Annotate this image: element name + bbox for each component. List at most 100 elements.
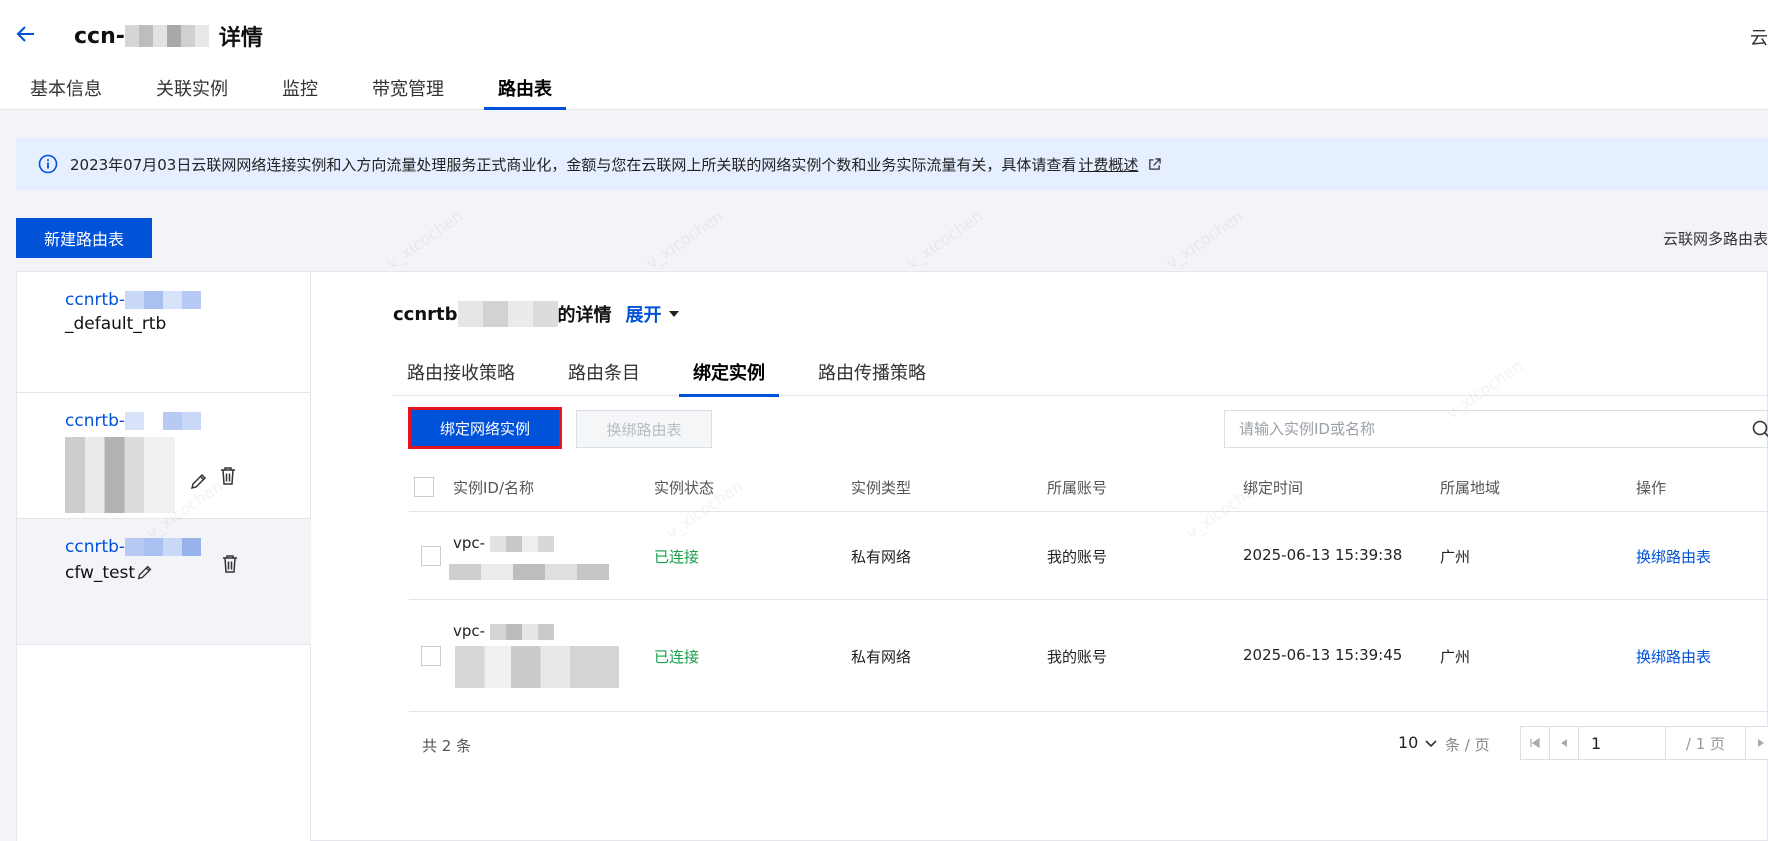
detail-title-suffix: 的详情: [557, 305, 612, 326]
redacted-ccn-id: [124, 25, 211, 47]
tab-basic-info[interactable]: 基本信息: [16, 72, 116, 110]
chevron-down-icon: [1425, 739, 1437, 747]
route-table-name: _default_rtb: [65, 314, 167, 334]
edit-icon[interactable]: [188, 471, 210, 493]
table-row: vpc- 已连接 私有网络 我的账号 2025-06-13 15:39:38 广…: [409, 512, 1768, 600]
table-header: 实例ID/名称 实例状态 实例类型 所属账号 绑定时间 所属地域 操作: [409, 462, 1768, 512]
first-page-button[interactable]: [1520, 726, 1550, 760]
page-size-value: 10: [1398, 733, 1419, 752]
tab-monitoring[interactable]: 监控: [268, 72, 332, 110]
row-checkbox[interactable]: [421, 646, 441, 666]
route-table-id[interactable]: ccnrtb-: [65, 290, 202, 310]
redacted-name: [65, 437, 175, 513]
tab-bandwidth[interactable]: 带宽管理: [358, 72, 458, 110]
delete-icon[interactable]: [217, 465, 239, 487]
redacted-instance-name: [455, 646, 619, 688]
tab-route-receive-policy[interactable]: 路由接收策略: [393, 356, 529, 396]
tab-bound-instances[interactable]: 绑定实例: [679, 356, 779, 397]
instance-account: 我的账号: [1047, 548, 1108, 566]
route-table-id-prefix: ccnrtb-: [65, 411, 126, 431]
route-table-name-text: cfw_test: [65, 563, 136, 583]
route-table-id[interactable]: ccnrtb-: [65, 537, 202, 557]
detail-title: ccnrtb 的详情 展开: [393, 300, 680, 328]
new-route-table-button[interactable]: 新建路由表: [16, 218, 152, 258]
first-page-icon: [1530, 737, 1540, 749]
watermark: v_xicochen: [1162, 206, 1247, 273]
redacted-id: [125, 412, 202, 430]
search-box: [1224, 410, 1768, 448]
instance-id-prefix: vpc-: [453, 622, 486, 640]
watermark: v_xicochen: [642, 206, 727, 273]
instance-region: 广州: [1440, 548, 1471, 566]
rebind-route-table-button[interactable]: 换绑路由表: [576, 410, 712, 448]
column-header: 所属地域: [1440, 479, 1501, 497]
instance-type: 私有网络: [851, 648, 912, 666]
instance-id[interactable]: vpc-: [453, 622, 554, 640]
route-table-id-prefix: ccnrtb-: [65, 537, 126, 557]
search-icon[interactable]: [1751, 419, 1768, 441]
rebind-route-table-link[interactable]: 换绑路由表: [1636, 546, 1711, 567]
route-table-item[interactable]: ccnrtb- _default_rtb: [17, 272, 311, 393]
select-all-checkbox[interactable]: [414, 477, 434, 497]
tab-route-propagation-policy[interactable]: 路由传播策略: [804, 356, 940, 396]
expand-toggle[interactable]: 展开: [626, 301, 680, 327]
billing-notice: 2023年07月03日云联网网络连接实例和入方向流量处理服务正式商业化，金额与您…: [16, 138, 1768, 190]
bind-time: 2025-06-13 15:39:38: [1243, 546, 1403, 564]
table-row: vpc- 已连接 私有网络 我的账号 2025-06-13 15:39:45 广…: [409, 600, 1768, 712]
route-table-name: cfw_test: [65, 563, 155, 583]
route-table-id[interactable]: ccnrtb-: [65, 411, 202, 431]
page-title-prefix: ccn-: [74, 23, 125, 49]
page-title-suffix: 详情: [218, 26, 263, 51]
billing-overview-link[interactable]: 计费概述: [1078, 154, 1138, 175]
detail-title-prefix: ccnrtb: [393, 303, 458, 325]
multi-route-table-text: 云联网多路由表: [1662, 230, 1768, 248]
bind-time: 2025-06-13 15:39:45: [1243, 646, 1403, 664]
prev-page-icon: [1561, 739, 1567, 747]
watermark: v_xicochen: [902, 206, 987, 273]
info-icon: [38, 154, 58, 174]
watermark: v_xicochen: [382, 206, 467, 273]
column-header: 所属账号: [1047, 479, 1108, 497]
pager: / 1 页: [1520, 726, 1768, 760]
redacted-id: [125, 538, 202, 556]
column-header: 绑定时间: [1243, 479, 1304, 497]
page-size-select[interactable]: 10: [1398, 733, 1438, 752]
instance-type: 私有网络: [851, 548, 912, 566]
route-table-item-selected[interactable]: ccnrtb- cfw_test: [17, 519, 311, 645]
page-number-input[interactable]: [1578, 726, 1666, 760]
delete-icon[interactable]: [219, 553, 241, 575]
tab-route-entries[interactable]: 路由条目: [554, 356, 654, 396]
route-table-list: ccnrtb- _default_rtb ccnrtb- ccnrtb- cfw…: [17, 272, 311, 841]
back-arrow-icon[interactable]: [14, 22, 38, 46]
column-header: 实例ID/名称: [453, 479, 535, 497]
search-input[interactable]: [1225, 411, 1735, 447]
redacted-rtb-id: [457, 301, 558, 327]
next-page-icon: [1757, 739, 1764, 747]
top-header: ccn- 详情 云 基本信息 关联实例 监控 带宽管理 路由表: [0, 0, 1768, 110]
route-table-name: [65, 437, 175, 513]
main-tabs: 基本信息 关联实例 监控 带宽管理 路由表: [16, 72, 592, 110]
instance-status: 已连接: [654, 548, 700, 566]
tab-route-tables[interactable]: 路由表: [484, 72, 566, 110]
redacted-instance-id: [489, 623, 554, 640]
next-page-button[interactable]: [1746, 726, 1768, 760]
tab-associated-instances[interactable]: 关联实例: [142, 72, 242, 110]
redacted-instance-id: [489, 535, 554, 552]
rebind-route-table-link[interactable]: 换绑路由表: [1636, 646, 1711, 667]
column-header: 实例状态: [654, 479, 715, 497]
instance-region: 广州: [1440, 648, 1471, 666]
total-count: 共 2 条: [422, 737, 472, 755]
instance-id[interactable]: vpc-: [453, 534, 554, 552]
instance-id-prefix: vpc-: [453, 534, 486, 552]
total-pages: / 1 页: [1666, 726, 1746, 760]
edit-icon[interactable]: [135, 563, 155, 583]
prev-page-button[interactable]: [1549, 726, 1579, 760]
page-title: ccn- 详情: [74, 22, 263, 52]
external-link-icon[interactable]: [1148, 157, 1162, 171]
bind-network-instance-button[interactable]: 绑定网络实例: [409, 408, 561, 448]
redacted-instance-name: [449, 564, 609, 580]
route-table-item[interactable]: ccnrtb-: [17, 393, 311, 519]
header-corner-text: 云: [1750, 28, 1768, 49]
redacted-id: [125, 291, 202, 309]
row-checkbox[interactable]: [421, 546, 441, 566]
